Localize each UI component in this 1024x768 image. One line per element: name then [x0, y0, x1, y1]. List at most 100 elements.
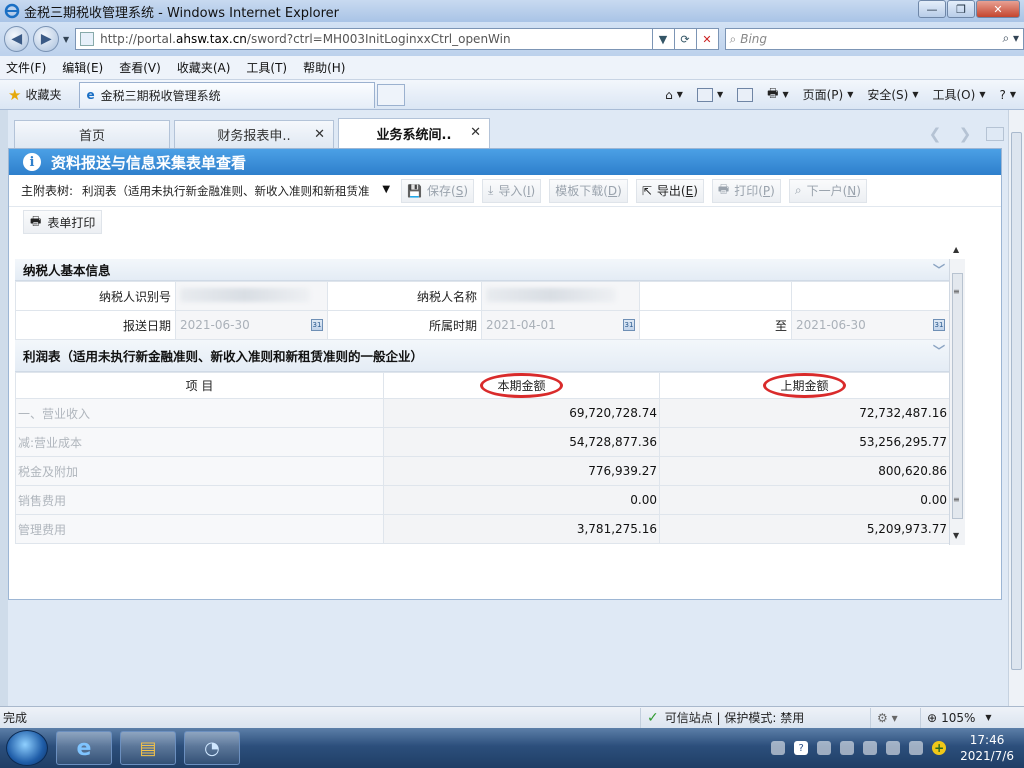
- export-button[interactable]: ⇱ 导出(E): [635, 178, 704, 203]
- search-go-icon[interactable]: ⌕ ▾: [1002, 31, 1019, 46]
- tab-financial-report[interactable]: 财务报表申.. ✕: [174, 120, 334, 148]
- taskbar-app-icon[interactable]: ◔: [184, 731, 240, 765]
- panel-header: i 资料报送与信息采集表单查看: [9, 149, 1001, 175]
- form-tree-select[interactable]: 利润表（适用未执行新金融准则、新收入准则和新租赁准 ▼: [77, 178, 394, 203]
- tab-next-icon[interactable]: ❯: [950, 122, 980, 146]
- tray-app-icon[interactable]: [840, 741, 855, 755]
- security-zone[interactable]: ✓ 可信站点 | 保护模式: 禁用: [640, 707, 870, 728]
- calendar-icon[interactable]: 31: [623, 319, 635, 331]
- forward-arrow-icon: ▶: [40, 31, 52, 47]
- print-button[interactable]: 🖶 打印(P): [711, 178, 781, 203]
- save-button[interactable]: 💾 保存(S): [401, 178, 474, 203]
- favorites-button[interactable]: 收藏夹: [25, 86, 61, 103]
- taskbar-folder-icon[interactable]: ▤: [120, 731, 176, 765]
- tools-menu[interactable]: 工具(O) ▼: [933, 86, 986, 103]
- table-row: 销售费用 0.00 0.00: [15, 485, 949, 515]
- scroll-up-icon[interactable]: ▲: [953, 245, 959, 254]
- start-button[interactable]: [6, 730, 48, 766]
- collapse-chevron-icon[interactable]: ﹀: [933, 261, 945, 278]
- form-tree-label: 主附表树:: [21, 184, 74, 198]
- collapse-chevron-icon[interactable]: ﹀: [933, 342, 945, 359]
- tray-plus-icon[interactable]: +: [932, 741, 947, 755]
- refresh-icon[interactable]: ⟳: [674, 28, 697, 50]
- taskbar-ie-icon[interactable]: e: [56, 731, 112, 765]
- red-circle-annotation: 本期金额: [480, 373, 563, 398]
- menu-tools[interactable]: 工具(T): [246, 59, 287, 76]
- browser-tab[interactable]: e 金税三期税收管理系统: [79, 81, 376, 108]
- tray-app-icon[interactable]: [817, 741, 832, 755]
- import-button[interactable]: ⤓ 导入(I): [482, 178, 542, 203]
- menu-favorites[interactable]: 收藏夹(A): [177, 59, 231, 76]
- back-button[interactable]: ◀: [4, 26, 30, 52]
- printer-icon: 🖶: [30, 213, 42, 228]
- forward-button[interactable]: ▶: [33, 26, 59, 52]
- close-tab-icon[interactable]: ✕: [470, 125, 481, 140]
- red-circle-annotation: 上期金额: [763, 373, 846, 398]
- url-prefix: http://portal.: [100, 32, 176, 46]
- keyboard-icon[interactable]: [771, 741, 786, 755]
- favorites-star-icon[interactable]: ★: [8, 86, 21, 104]
- table-row: 一、营业收入 69,720,728.74 72,732,487.16: [15, 398, 949, 428]
- safety-menu[interactable]: 安全(S) ▼: [867, 86, 918, 103]
- stop-icon[interactable]: ✕: [696, 28, 719, 50]
- income-statement-table: 项 目 本期金额 上期金额 一、营业收入 69,720,728.74 72,73…: [15, 372, 949, 544]
- form-scrollbar[interactable]: ▲ ≡ ≡ ▼: [949, 245, 965, 545]
- ime-icon[interactable]: ?: [794, 741, 809, 755]
- page-menu[interactable]: 页面(P) ▼: [803, 86, 854, 103]
- mail-icon[interactable]: [737, 87, 754, 102]
- help-icon[interactable]: ? ▼: [999, 88, 1016, 102]
- period-end-field[interactable]: 2021-06-30 31: [791, 310, 949, 340]
- maximize-button[interactable]: ❐: [947, 0, 975, 18]
- history-dropdown-icon[interactable]: ▼: [63, 35, 69, 44]
- income-statement-header[interactable]: 利润表（适用未执行新金融准则、新收入准则和新租赁准则的一般企业） ﹀: [15, 340, 949, 372]
- tab-business-system[interactable]: 业务系统间.. ✕: [338, 118, 490, 148]
- calendar-icon[interactable]: 31: [933, 319, 945, 331]
- next-taxpayer-button[interactable]: ⌕ 下一户(N): [788, 178, 867, 203]
- page-scroll-thumb[interactable]: [1011, 132, 1022, 670]
- close-tab-icon[interactable]: ✕: [314, 127, 325, 142]
- scroll-down-icon[interactable]: ▼: [953, 531, 959, 540]
- calendar-icon[interactable]: 31: [311, 319, 323, 331]
- system-tray: ? + 17:46 2021/7/6: [762, 730, 1014, 766]
- close-window-button[interactable]: ✕: [976, 0, 1020, 18]
- tab-maximize-icon[interactable]: [986, 127, 1004, 141]
- menu-view[interactable]: 查看(V): [119, 59, 161, 76]
- taxpayer-name-label: 纳税人名称: [327, 281, 482, 311]
- tab-home[interactable]: 首页: [14, 120, 170, 148]
- tab-financial-report-label: 财务报表申..: [217, 129, 291, 144]
- export-icon: ⇱: [641, 183, 652, 198]
- report-date-field[interactable]: 2021-06-30 31: [175, 310, 328, 340]
- minimize-button[interactable]: —: [918, 0, 946, 18]
- clock[interactable]: 17:46 2021/7/6: [960, 732, 1014, 764]
- status-text: 完成: [3, 711, 28, 725]
- print-icon[interactable]: 🖶 ▼: [767, 84, 788, 105]
- search-input[interactable]: ⌕ Bing ⌕ ▾: [724, 28, 1024, 50]
- menu-edit[interactable]: 编辑(E): [62, 59, 103, 76]
- browser-tab-title: 金税三期税收管理系统: [100, 88, 221, 103]
- zoom-control[interactable]: ⊕ 105% ▼: [920, 707, 992, 728]
- protected-mode-icon[interactable]: ⚙ ▾: [870, 707, 920, 728]
- home-icon[interactable]: ⌂ ▼: [665, 88, 683, 102]
- period-start-field[interactable]: 2021-04-01 31: [481, 310, 640, 340]
- template-download-button[interactable]: 模板下载(D): [549, 178, 628, 203]
- tab-prev-icon[interactable]: ❮: [920, 122, 950, 146]
- form-print-button[interactable]: 🖶 表单打印: [23, 210, 103, 234]
- info-icon: i: [23, 153, 41, 171]
- volume-icon[interactable]: [909, 741, 924, 755]
- address-bar[interactable]: http://portal. ahsw.tax.cn/sword?ctrl=MH0…: [75, 28, 653, 50]
- form-scroll-area[interactable]: 纳税人基本信息 ﹀ 纳税人识别号 纳税人名称 报送日期 2021-06-30 31…: [15, 259, 949, 545]
- zoom-level: 105%: [941, 710, 976, 725]
- report-date-label: 报送日期: [15, 310, 176, 340]
- feeds-icon[interactable]: ▼: [696, 87, 723, 102]
- menu-help[interactable]: 帮助(H): [303, 59, 345, 76]
- menu-file[interactable]: 文件(F): [6, 59, 46, 76]
- page-scrollbar[interactable]: [1008, 110, 1024, 706]
- address-dropdown-icon[interactable]: ▼: [652, 28, 675, 50]
- content-left-edge: [0, 110, 8, 706]
- taxpayer-id-label: 纳税人识别号: [15, 281, 176, 311]
- basic-info-header[interactable]: 纳税人基本信息 ﹀: [15, 259, 949, 281]
- scroll-thumb[interactable]: [952, 273, 963, 519]
- new-tab-button[interactable]: [377, 83, 406, 106]
- network-icon[interactable]: [886, 741, 901, 755]
- tray-app-icon[interactable]: [863, 741, 878, 755]
